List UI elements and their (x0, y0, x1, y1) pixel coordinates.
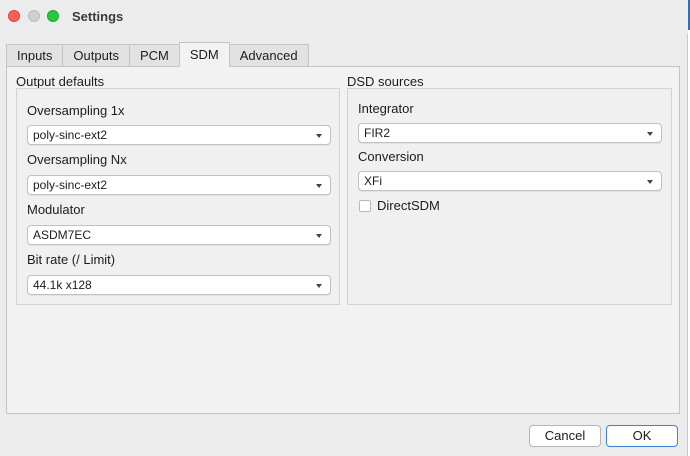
cancel-button[interactable]: Cancel (529, 425, 601, 447)
oversampling-1x-select[interactable]: poly-sinc-ext2 (27, 125, 331, 145)
modulator-select[interactable]: ASDM7EC (27, 225, 331, 245)
oversampling-1x-label: Oversampling 1x (27, 103, 125, 118)
bit-rate-select[interactable]: 44.1k x128 (27, 275, 331, 295)
window-title: Settings (72, 9, 124, 24)
bit-rate-value: 44.1k x128 (33, 278, 92, 292)
conversion-label: Conversion (358, 149, 424, 164)
integrator-value: FIR2 (364, 126, 391, 140)
chevron-down-icon (647, 132, 653, 136)
chevron-down-icon (316, 234, 322, 238)
title-bar: Settings (0, 0, 688, 34)
output-defaults-heading: Output defaults (16, 74, 105, 89)
dsd-sources-heading: DSD sources (347, 74, 424, 89)
tab-bar: Inputs Outputs PCM SDM Advanced (6, 42, 309, 67)
close-window-button[interactable] (8, 10, 20, 22)
oversampling-nx-select[interactable]: poly-sinc-ext2 (27, 175, 331, 195)
tab-inputs[interactable]: Inputs (6, 44, 64, 67)
bit-rate-label: Bit rate (/ Limit) (27, 252, 116, 267)
ok-button[interactable]: OK (606, 425, 678, 447)
output-defaults-group: Oversampling 1x poly-sinc-ext2 Oversampl… (16, 88, 340, 305)
direct-sdm-label: DirectSDM (377, 198, 440, 213)
chevron-down-icon (316, 134, 322, 138)
tab-outputs[interactable]: Outputs (62, 44, 130, 67)
oversampling-nx-value: poly-sinc-ext2 (33, 178, 108, 192)
sdm-tab-pane: Output defaults Oversampling 1x poly-sin… (6, 66, 680, 414)
integrator-label: Integrator (358, 101, 414, 116)
modulator-value: ASDM7EC (33, 228, 92, 242)
conversion-select[interactable]: XFi (358, 171, 662, 191)
zoom-window-button[interactable] (47, 10, 59, 22)
oversampling-1x-value: poly-sinc-ext2 (33, 128, 108, 142)
tab-pcm[interactable]: PCM (128, 44, 180, 67)
conversion-value: XFi (364, 174, 382, 188)
chevron-down-icon (316, 284, 322, 288)
minimize-window-button[interactable] (28, 10, 40, 22)
modulator-label: Modulator (27, 202, 85, 217)
settings-window: Settings Inputs Outputs PCM SDM Advanced… (0, 0, 688, 456)
integrator-select[interactable]: FIR2 (358, 123, 662, 143)
tab-advanced[interactable]: Advanced (228, 44, 309, 67)
dsd-sources-group: Integrator FIR2 Conversion XFi DirectSDM (347, 88, 672, 305)
chevron-down-icon (316, 184, 322, 188)
tab-sdm[interactable]: SDM (178, 42, 230, 67)
direct-sdm-checkbox[interactable] (359, 200, 371, 212)
oversampling-nx-label: Oversampling Nx (27, 152, 127, 167)
chevron-down-icon (647, 180, 653, 184)
